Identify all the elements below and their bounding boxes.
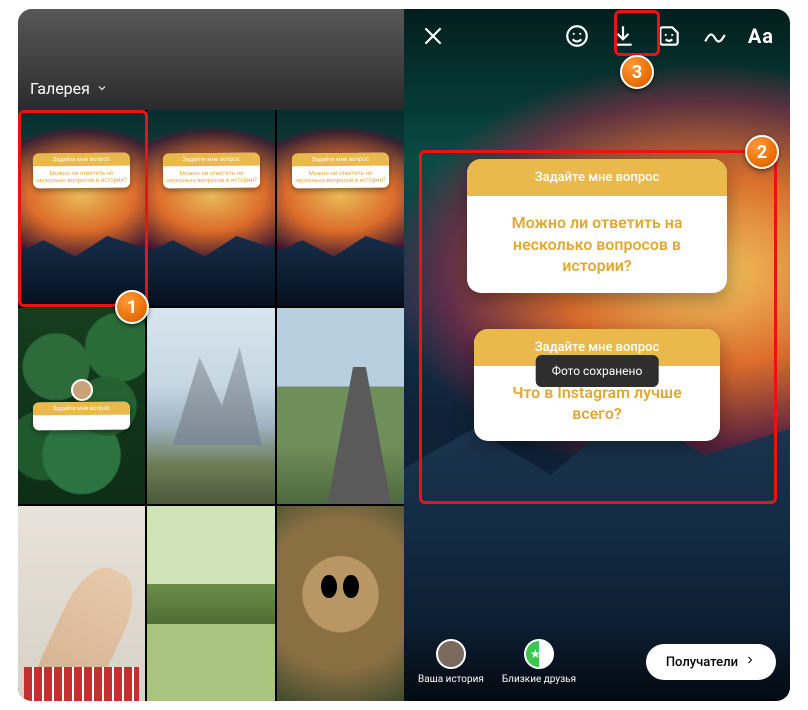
face-filter-icon[interactable] [564,23,590,49]
story-editor-phone: Aa Задайте мне вопрос Можно ли ответить … [404,9,790,701]
editor-bottombar: Ваша история Близкие друзья Получатели [404,627,790,701]
sticker-area: Задайте мне вопрос Можно ли ответить на … [430,159,764,441]
toast-message: Фото сохранено [536,355,659,387]
gallery-item[interactable]: Задайте мне вопрос [18,308,145,504]
callout-3: 3 [620,55,654,89]
gallery-item[interactable] [18,506,145,701]
close-icon[interactable] [420,23,446,49]
question-sticker-thumb: Задайте мне вопрос Можно ли ответить на … [292,153,389,189]
gallery-item[interactable]: Задайте мне вопрос Можно ли ответить на … [18,110,145,306]
gallery-header: Галерея [18,9,404,110]
your-story-label: Ваша история [418,674,484,685]
question-sticker-thumb: Задайте мне вопрос Можно ли ответить на … [33,153,130,189]
gallery-grid: Задайте мне вопрос Можно ли ответить на … [18,110,404,701]
close-friends-label: Близкие друзья [502,674,576,685]
download-icon[interactable] [610,23,636,49]
sticker-icon[interactable] [656,23,682,49]
text-tool[interactable]: Aa [748,24,774,48]
gallery-item[interactable] [147,308,274,504]
callout-1: 1 [115,290,149,324]
your-story-button[interactable]: Ваша история [418,639,484,685]
question-sticker-thumb: Задайте мне вопрос Можно ли ответить на … [162,153,259,189]
recipients-label: Получатели [666,655,738,670]
close-friends-icon [524,639,554,669]
gallery-item[interactable]: Задайте мне вопрос Можно ли ответить на … [147,110,274,306]
avatar [436,639,466,669]
question-sticker-header: Задайте мне вопрос [467,159,727,196]
question-sticker-thumb: Задайте мне вопрос [33,402,130,431]
recipients-button[interactable]: Получатели [646,644,776,680]
gallery-title-text: Галерея [30,79,90,98]
callout-2: 2 [745,135,779,169]
gallery-dropdown[interactable]: Галерея [30,79,108,98]
draw-icon[interactable] [702,23,728,49]
chevron-right-icon [744,654,756,670]
chevron-down-icon [96,79,108,98]
editor-topbar: Aa [404,9,790,59]
gallery-phone: Галерея Задайте мне вопрос Можно ли отве… [18,9,404,701]
close-friends-button[interactable]: Близкие друзья [502,639,576,685]
gallery-item[interactable] [277,506,404,701]
question-sticker[interactable]: Задайте мне вопрос Можно ли ответить на … [467,159,727,293]
question-sticker-body: Можно ли ответить на несколько вопросов … [467,196,727,293]
gallery-item[interactable]: Задайте мне вопрос Можно ли ответить на … [277,110,404,306]
avatar [71,379,93,401]
gallery-item[interactable] [147,506,274,701]
gallery-item[interactable] [277,308,404,504]
